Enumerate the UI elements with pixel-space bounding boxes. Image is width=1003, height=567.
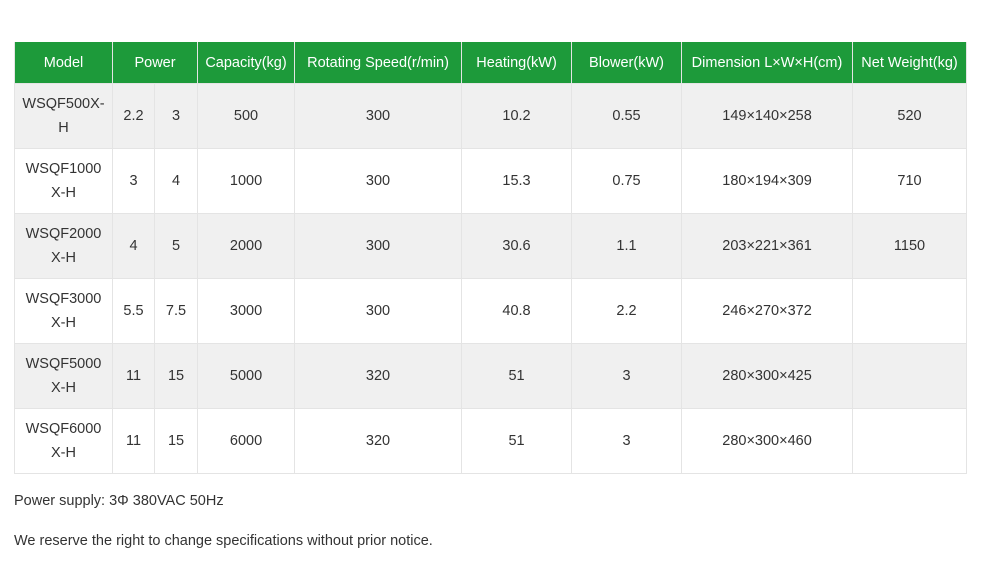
- speed-cell: 300: [294, 148, 463, 214]
- blower-cell: 1.1: [571, 213, 683, 279]
- power-value-2: 4: [153, 148, 199, 214]
- power-value-1: 5.5: [112, 278, 155, 344]
- table-row: WSQF5000X-H 11 15 5000 320 51 3 280×300×…: [14, 343, 968, 409]
- dimension-cell: 203×221×361: [681, 213, 854, 279]
- header-model: Model: [14, 42, 113, 84]
- power-value-2: 5: [153, 213, 199, 279]
- speed-cell: 320: [294, 408, 463, 474]
- blower-cell: 0.55: [571, 83, 683, 149]
- power-value-1: 3: [112, 148, 155, 214]
- speed-cell: 300: [294, 278, 463, 344]
- power-value-2: 7.5: [153, 278, 199, 344]
- spec-table: Model Power Capacity(kg) Rotating Speed(…: [14, 42, 968, 474]
- capacity-cell: 2000: [197, 213, 296, 279]
- net-weight-cell: [852, 408, 968, 474]
- model-cell: WSQF5000X-H: [14, 343, 113, 409]
- table-row: WSQF500X-H 2.2 3 500 300 10.2 0.55 149×1…: [14, 83, 968, 149]
- power-value-1: 11: [112, 408, 155, 474]
- dimension-cell: 246×270×372: [681, 278, 854, 344]
- dimension-cell: 180×194×309: [681, 148, 854, 214]
- power-value-2: 3: [153, 83, 199, 149]
- blower-cell: 3: [571, 343, 683, 409]
- power-value-2: 15: [153, 343, 199, 409]
- power-value-1: 4: [112, 213, 155, 279]
- dimension-cell: 280×300×460: [681, 408, 854, 474]
- header-net-weight: Net Weight(kg): [852, 42, 968, 84]
- capacity-cell: 500: [197, 83, 296, 149]
- header-blower: Blower(kW): [571, 42, 683, 84]
- header-rotating-speed: Rotating Speed(r/min): [294, 42, 463, 84]
- model-cell: WSQF6000X-H: [14, 408, 113, 474]
- header-capacity: Capacity(kg): [197, 42, 296, 84]
- header-power: Power: [111, 42, 199, 84]
- table-row: WSQF1000X-H 3 4 1000 300 15.3 0.75 180×1…: [14, 148, 968, 214]
- heating-cell: 40.8: [461, 278, 573, 344]
- specification-disclaimer: We reserve the right to change specifica…: [14, 533, 433, 549]
- power-value-1: 2.2: [112, 83, 155, 149]
- header-heating: Heating(kW): [461, 42, 573, 84]
- header-row: Model Power Capacity(kg) Rotating Speed(…: [14, 42, 968, 84]
- power-value-1: 11: [112, 343, 155, 409]
- model-cell: WSQF2000X-H: [14, 213, 113, 279]
- heating-cell: 51: [461, 408, 573, 474]
- net-weight-cell: 710: [852, 148, 968, 214]
- net-weight-cell: [852, 278, 968, 344]
- speed-cell: 320: [294, 343, 463, 409]
- heating-cell: 15.3: [461, 148, 573, 214]
- dimension-cell: 280×300×425: [681, 343, 854, 409]
- speed-cell: 300: [294, 213, 463, 279]
- speed-cell: 300: [294, 83, 463, 149]
- model-cell: WSQF3000X-H: [14, 278, 113, 344]
- heating-cell: 30.6: [461, 213, 573, 279]
- capacity-cell: 3000: [197, 278, 296, 344]
- net-weight-cell: 1150: [852, 213, 968, 279]
- capacity-cell: 1000: [197, 148, 296, 214]
- heating-cell: 10.2: [461, 83, 573, 149]
- heating-cell: 51: [461, 343, 573, 409]
- blower-cell: 0.75: [571, 148, 683, 214]
- model-cell: WSQF500X-H: [14, 83, 113, 149]
- blower-cell: 3: [571, 408, 683, 474]
- net-weight-cell: 520: [852, 83, 968, 149]
- table-row: WSQF2000X-H 4 5 2000 300 30.6 1.1 203×22…: [14, 213, 968, 279]
- capacity-cell: 6000: [197, 408, 296, 474]
- table-row: WSQF6000X-H 11 15 6000 320 51 3 280×300×…: [14, 408, 968, 474]
- power-value-2: 15: [153, 408, 199, 474]
- capacity-cell: 5000: [197, 343, 296, 409]
- net-weight-cell: [852, 343, 968, 409]
- model-cell: WSQF1000X-H: [14, 148, 113, 214]
- table-row: WSQF3000X-H 5.5 7.5 3000 300 40.8 2.2 24…: [14, 278, 968, 344]
- power-supply-note: Power supply: 3Φ 380VAC 50Hz: [14, 493, 224, 509]
- blower-cell: 2.2: [571, 278, 683, 344]
- header-dimension: Dimension L×W×H(cm): [681, 42, 854, 84]
- dimension-cell: 149×140×258: [681, 83, 854, 149]
